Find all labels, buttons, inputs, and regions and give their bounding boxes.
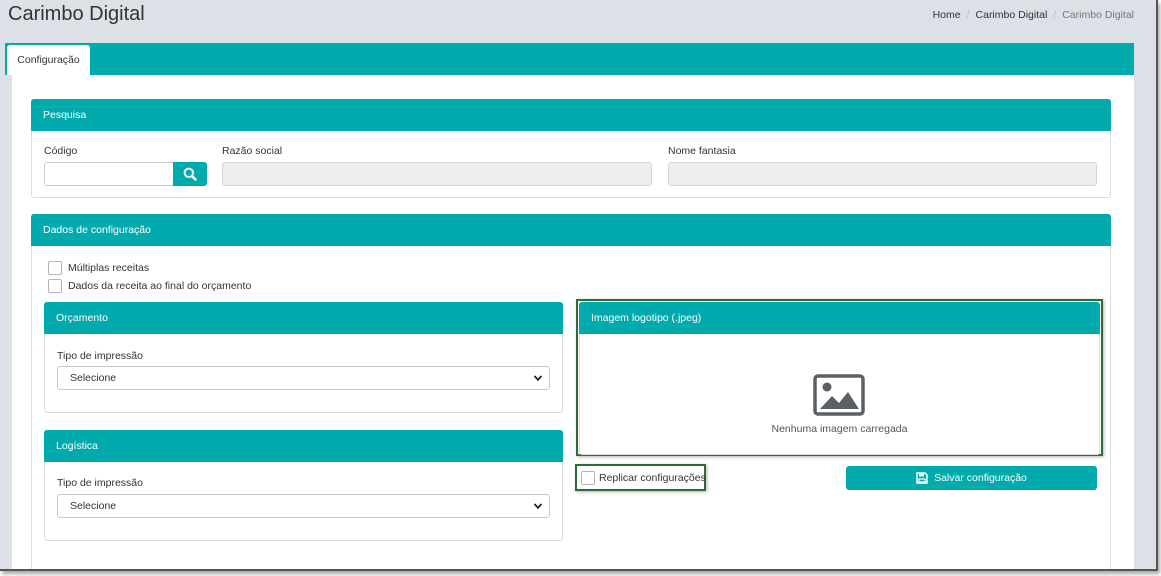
imagem-logotipo-panel: Imagem logotipo (.jpeg) Nenhuma imagem c… [579, 302, 1100, 455]
orcamento-tipo-select[interactable]: Selecione [57, 366, 550, 390]
logistica-title: Logística [44, 430, 563, 462]
multiplas-receitas-label: Múltiplas receitas [68, 262, 150, 274]
dados-receita-checkbox[interactable] [48, 279, 62, 293]
orcamento-title: Orçamento [44, 302, 563, 334]
logistica-tipo-label: Tipo de impressão [57, 477, 143, 489]
nome-fantasia-label: Nome fantasia [668, 145, 736, 157]
imagem-logotipo-highlight: Imagem logotipo (.jpeg) Nenhuma imagem c… [576, 299, 1103, 456]
logistica-tipo-value: Selecione [70, 500, 117, 512]
razao-social-field [222, 162, 652, 186]
app-window: Carimbo Digital Home / Carimbo Digital /… [0, 0, 1158, 571]
breadcrumb-separator: / [966, 9, 970, 21]
tab-configuracao[interactable]: Configuração [7, 45, 90, 75]
search-icon [183, 167, 197, 181]
codigo-label: Código [44, 145, 78, 157]
replicar-highlight: Replicar configurações [575, 464, 706, 491]
breadcrumb-current: Carimbo Digital [1062, 9, 1134, 21]
logistica-panel: Logística Tipo de impressão Selecione [44, 430, 563, 541]
pesquisa-panel: Pesquisa Código Razão social Nome fantas… [31, 99, 1111, 198]
breadcrumb: Home / Carimbo Digital / Carimbo Digital [933, 9, 1134, 21]
nome-fantasia-field [668, 162, 1097, 186]
logistica-tipo-select[interactable]: Selecione [57, 494, 550, 518]
no-image-text: Nenhuma imagem carregada [771, 423, 908, 435]
chevron-down-icon [533, 375, 543, 382]
tab-content: Pesquisa Código Razão social Nome fantas… [12, 75, 1134, 569]
save-icon [916, 472, 928, 484]
pesquisa-panel-title: Pesquisa [31, 99, 1111, 131]
replicar-label: Replicar configurações [599, 472, 706, 484]
breadcrumb-home[interactable]: Home [933, 9, 961, 21]
breadcrumb-carimbo-digital[interactable]: Carimbo Digital [976, 9, 1048, 21]
codigo-input[interactable] [44, 162, 174, 186]
orcamento-tipo-value: Selecione [70, 372, 117, 384]
dados-configuracao-panel: Dados de configuração Múltiplas receitas… [31, 214, 1111, 569]
page-title: Carimbo Digital [8, 3, 145, 25]
dados-configuracao-title: Dados de configuração [31, 214, 1111, 246]
salvar-configuracao-label: Salvar configuração [934, 472, 1027, 484]
search-button[interactable] [173, 162, 207, 186]
razao-social-label: Razão social [222, 145, 283, 157]
breadcrumb-separator: / [1053, 9, 1057, 21]
imagem-logotipo-title: Imagem logotipo (.jpeg) [579, 302, 1100, 334]
salvar-configuracao-button[interactable]: Salvar configuração [846, 466, 1097, 490]
replicar-checkbox[interactable] [581, 471, 595, 485]
dados-receita-label: Dados da receita ao final do orçamento [68, 280, 252, 292]
tab-bar: Configuração [5, 43, 1134, 75]
multiplas-receitas-checkbox[interactable] [48, 261, 62, 275]
orcamento-tipo-label: Tipo de impressão [57, 350, 143, 362]
image-placeholder-icon[interactable] [813, 374, 865, 416]
chevron-down-icon [533, 503, 543, 510]
orcamento-panel: Orçamento Tipo de impressão Selecione [44, 302, 563, 413]
